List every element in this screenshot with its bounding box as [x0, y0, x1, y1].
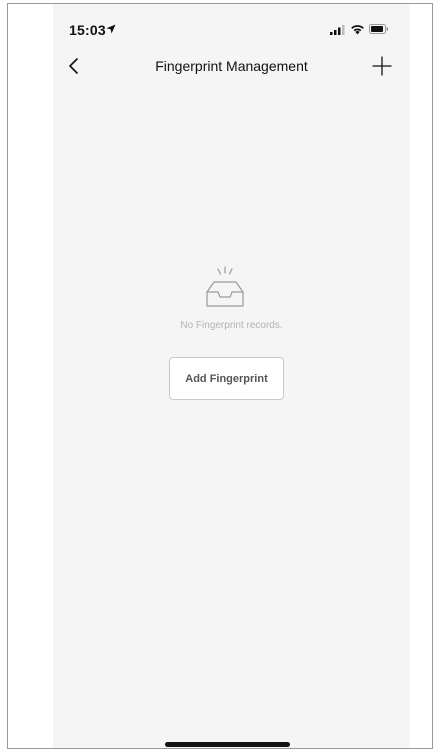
- add-button[interactable]: [369, 53, 395, 79]
- navigation-bar: Fingerprint Management: [53, 52, 410, 84]
- app-screen: 15:03 Fingerprint Management No Fingerpr…: [53, 4, 410, 748]
- location-arrow-icon: [106, 24, 116, 34]
- back-button[interactable]: [61, 52, 87, 80]
- chevron-left-icon: [69, 58, 78, 74]
- wifi-icon: [350, 23, 365, 35]
- status-time: 15:03: [69, 22, 106, 38]
- device-frame: 15:03 Fingerprint Management No Fingerpr…: [7, 3, 433, 749]
- add-fingerprint-button[interactable]: Add Fingerprint: [169, 357, 284, 400]
- status-bar: 15:03: [53, 4, 410, 44]
- empty-inbox-icon: [204, 265, 246, 309]
- page-title: Fingerprint Management: [155, 58, 308, 74]
- plus-icon: [372, 56, 392, 76]
- battery-icon: [369, 24, 389, 34]
- empty-state-message: No Fingerprint records.: [180, 320, 283, 331]
- cellular-signal-icon: [330, 25, 346, 35]
- home-indicator: [165, 742, 290, 747]
